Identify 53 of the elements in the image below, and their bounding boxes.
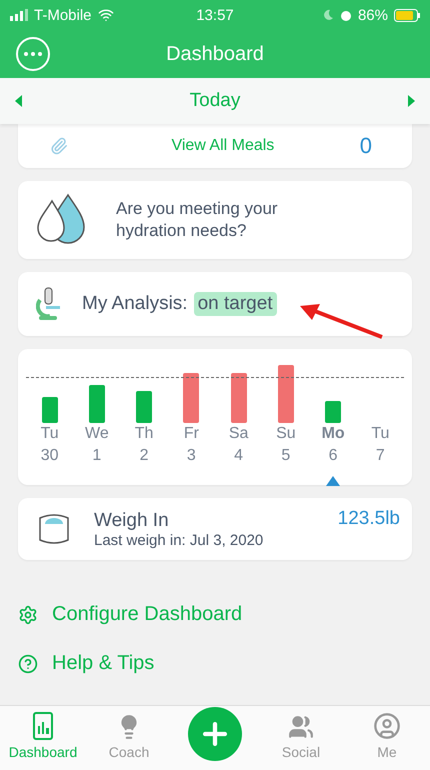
weigh-in-card[interactable]: Weigh In Last weigh in: Jul 3, 2020 123.5lb [18,498,412,560]
paperclip-icon [50,137,68,155]
day-label[interactable]: Mo [322,423,345,445]
menu-link[interactable]: Help & Tips [18,652,412,675]
day-label[interactable]: Th [134,423,154,445]
battery-percent: 86% [358,6,388,24]
signal-icon [10,9,28,21]
day-label[interactable]: Tu [371,423,390,445]
menu-link[interactable]: Configure Dashboard [18,603,412,626]
carrier-name: T-Mobile [34,6,92,24]
view-meals-link[interactable]: View All Meals [171,137,274,155]
analysis-card[interactable]: My Analysis: on target [18,272,412,336]
more-button[interactable] [16,37,50,71]
selected-day-marker [326,476,340,486]
analysis-label: My Analysis: [82,293,188,315]
date-number: 3 [186,446,196,466]
tab[interactable]: Social [258,706,344,770]
microscope-icon [36,286,62,322]
day-label[interactable]: Sa [228,423,248,445]
status-tag: on target [194,292,277,316]
date-number: 7 [376,446,385,466]
profile-icon [373,712,401,740]
date-number: 2 [140,446,149,466]
battery-icon [394,8,420,22]
wifi-icon [98,7,114,23]
more-icon [24,52,42,56]
last-weigh-in: Last weigh in: Jul 3, 2020 [94,532,264,548]
date-number: 6 [328,446,338,466]
hydration-prompt: Are you meeting your hydration needs? [116,198,279,242]
date-number: 1 [92,446,102,466]
weight-value: 123.5lb [338,508,400,530]
settings-icon [18,604,38,624]
help-icon [18,654,38,674]
hydration-card[interactable]: Are you meeting your hydration needs? [18,181,412,259]
day-label[interactable]: Fr [184,423,199,445]
date-number: 30 [40,446,59,466]
day-label[interactable]: Tu [40,423,59,445]
tab[interactable]: Dashboard [0,706,86,770]
tab[interactable]: Coach [86,706,172,770]
dashboard-icon [32,712,54,740]
day-label[interactable]: Su [276,423,296,445]
people-icon [288,714,314,740]
add-button[interactable] [188,707,242,761]
day-label[interactable]: We [85,423,109,445]
moon-icon [322,9,334,21]
date-label: Today [190,90,240,112]
clock-time: 13:57 [196,6,234,24]
screen-title: Dashboard [166,42,264,66]
date-number: 4 [234,446,244,466]
date-number: 5 [281,446,290,466]
meal-count: 0 [360,133,372,159]
tab[interactable]: Me [344,706,430,770]
weigh-in-title: Weigh In [94,510,170,532]
